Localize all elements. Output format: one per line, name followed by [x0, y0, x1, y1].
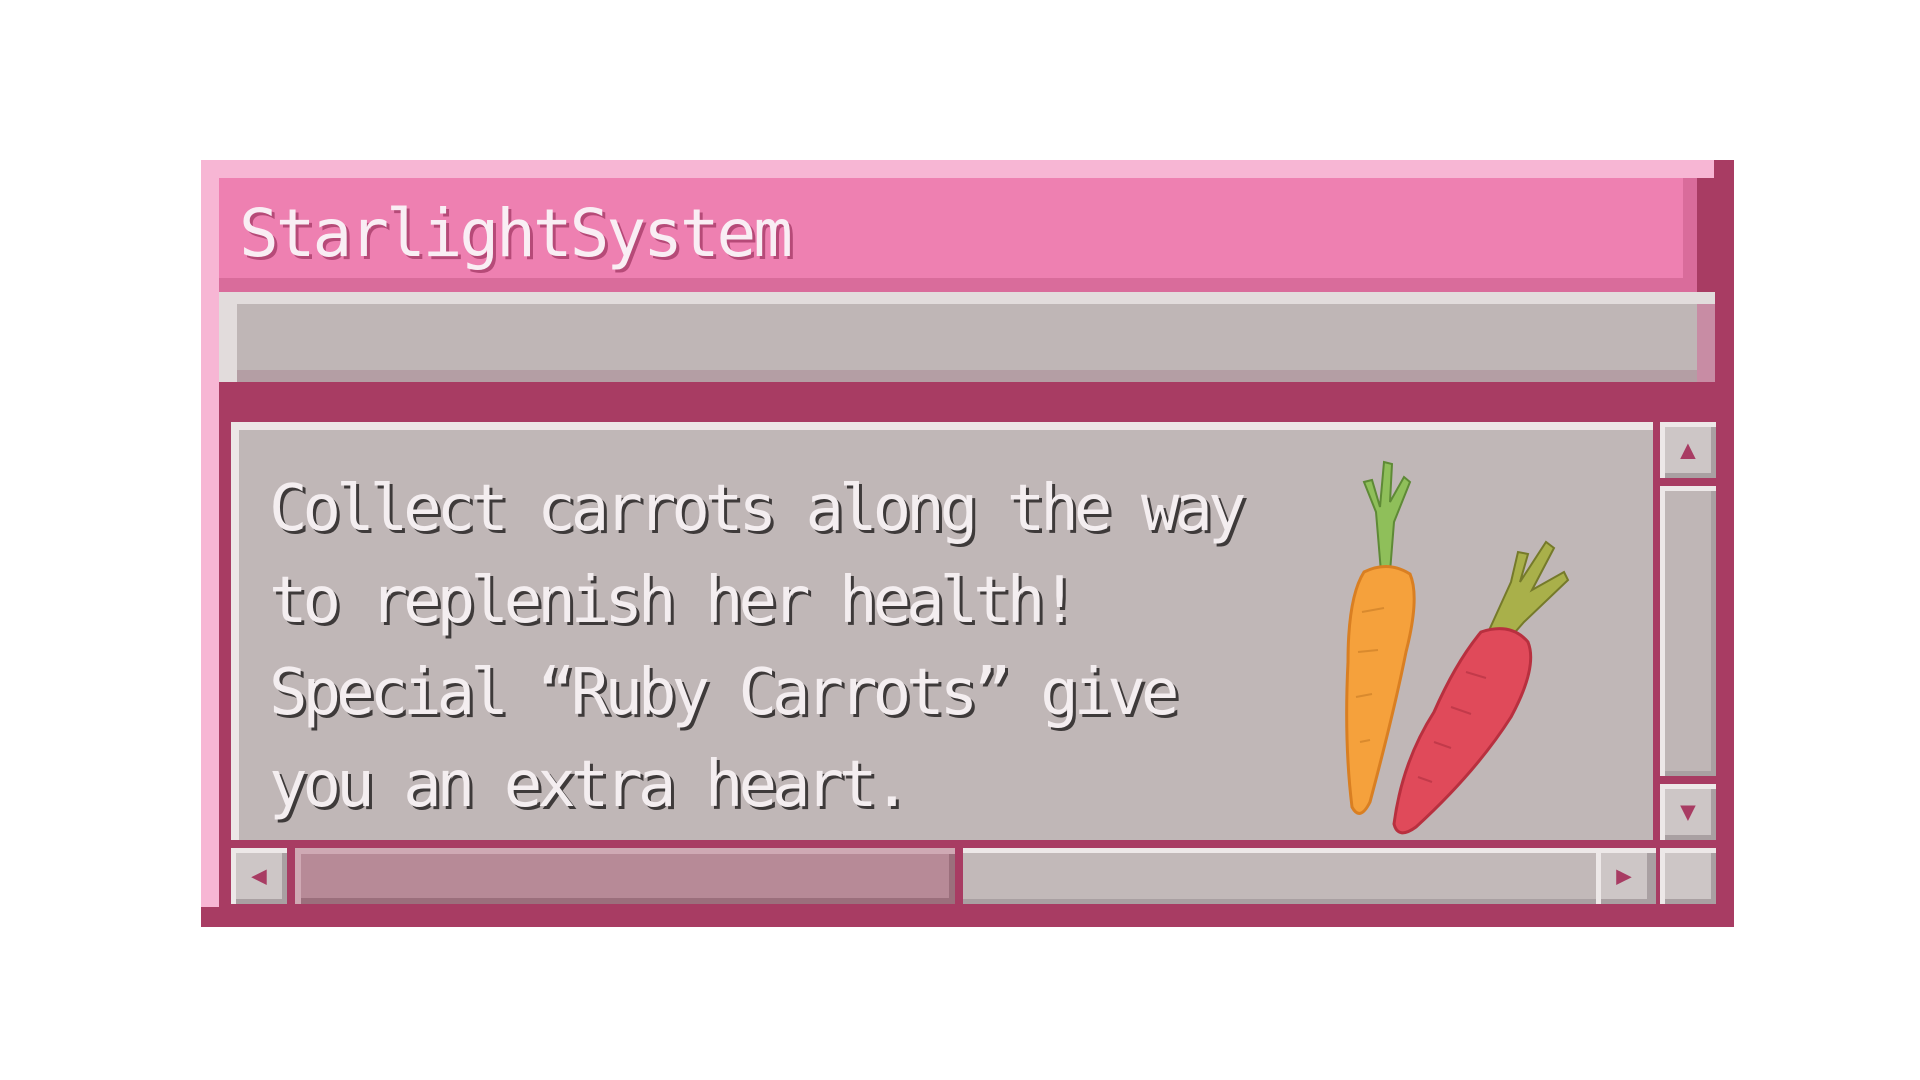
arrow-right-icon: ▶: [1616, 861, 1632, 891]
title-bar[interactable]: StarlightSystem: [219, 178, 1697, 292]
arrow-left-icon: ◀: [251, 861, 267, 891]
menu-strip-right-shade: [1697, 304, 1715, 382]
window-highlight-left: [201, 160, 219, 907]
scrollbar-corner: [1660, 848, 1716, 904]
horizontal-scroll-track[interactable]: [295, 848, 1656, 904]
carrots-illustration: [1345, 460, 1570, 835]
scroll-up-button[interactable]: ▲: [1660, 422, 1716, 478]
window-title: StarlightSystem: [239, 195, 793, 272]
horizontal-scroll-thumb[interactable]: [295, 848, 955, 904]
vertical-scrollbar[interactable]: ▲ ▼: [1660, 422, 1716, 840]
scroll-left-button[interactable]: ◀: [231, 848, 287, 904]
horizontal-scrollbar[interactable]: ◀ ▶: [231, 848, 1716, 908]
message-text: Collect carrots along the way to repleni…: [269, 472, 1246, 822]
menu-strip: [219, 292, 1715, 382]
arrow-up-icon: ▲: [1680, 435, 1696, 465]
window-highlight-top: [201, 160, 1714, 178]
dialog-window: StarlightSystem Collect carrots along th…: [201, 160, 1734, 927]
vertical-scroll-track[interactable]: [1660, 486, 1716, 776]
arrow-down-icon: ▼: [1680, 797, 1696, 827]
scroll-down-button[interactable]: ▼: [1660, 784, 1716, 840]
orange-carrot-leaves: [1362, 460, 1412, 573]
scroll-right-button[interactable]: ▶: [1596, 848, 1652, 904]
menu-strip-shade: [237, 370, 1697, 382]
ruby-carrot: [1392, 627, 1533, 835]
